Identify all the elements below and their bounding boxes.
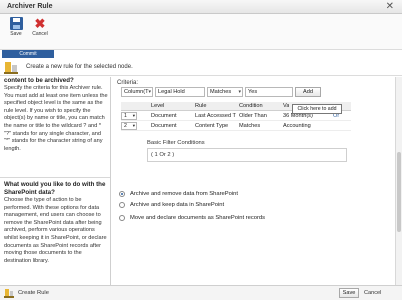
value-input-value: Yes: [248, 89, 258, 95]
radio-selected-icon[interactable]: [119, 191, 125, 197]
archiver-rule-icon: [4, 289, 14, 298]
column-select-value: Column(T: [124, 89, 149, 95]
row-level: Document: [151, 113, 177, 119]
radio-icon[interactable]: [119, 202, 125, 208]
action-option-label: Archive and remove data from SharePoint: [130, 191, 238, 197]
row-condition: Older Than: [239, 113, 267, 119]
window-title: Archiver Rule: [7, 3, 53, 10]
condition-select[interactable]: Matches ▾: [207, 87, 243, 97]
basic-filter-expression[interactable]: ( 1 Or 2 ): [147, 148, 347, 162]
floppy-disk-icon: [9, 17, 23, 30]
row-order-value: 1: [124, 113, 127, 119]
row-order-select[interactable]: 2 ▾: [121, 122, 137, 130]
footer-cancel-link[interactable]: Cancel: [364, 290, 381, 296]
action-help-heading: What would you like to do with the Share…: [4, 181, 106, 196]
footer-save-button[interactable]: Save: [339, 288, 359, 298]
rule-editor-pane: Criteria: Column(T ▾ Legal Hold Matches …: [112, 77, 402, 285]
cancel-x-icon: ✖: [34, 16, 46, 31]
chevron-down-icon: ▾: [132, 123, 135, 128]
row-rule: Content Type: [195, 123, 229, 129]
condition-select-value: Matches: [210, 89, 232, 95]
action-option-label: Archive and keep data in SharePoint: [130, 202, 225, 208]
chevron-down-icon: ▾: [132, 113, 135, 118]
close-icon[interactable]: ✕: [386, 1, 394, 13]
footer-bar: Create Rule Save Cancel: [0, 285, 402, 300]
scrollbar-thumb[interactable]: [397, 152, 401, 232]
criteria-help-body: Specify the criteria for this Archiver r…: [4, 85, 108, 152]
row-value: Accounting: [283, 123, 311, 129]
field-name-input[interactable]: Legal Hold: [155, 87, 205, 97]
col-header-level: Level: [151, 103, 165, 109]
window-titlebar: Archiver Rule ✕: [0, 0, 402, 14]
field-name-value: Legal Hold: [158, 89, 185, 95]
ribbon-save-label: Save: [10, 31, 22, 37]
action-option-label: Move and declare documents as SharePoint…: [130, 215, 266, 221]
row-order-select[interactable]: 1 ▾: [121, 112, 137, 120]
col-header-condition: Condition: [239, 103, 263, 109]
rule-notice-bar: Create a new rule for the selected node.: [0, 60, 402, 76]
vertical-scrollbar[interactable]: [395, 77, 402, 285]
chevron-down-icon: ▾: [238, 89, 241, 95]
basic-filter-title: Basic Filter Conditions: [147, 140, 205, 146]
action-help-section: What would you like to do with the Share…: [4, 181, 108, 265]
archiver-rule-icon: [4, 62, 18, 74]
row-order-value: 2: [124, 123, 127, 129]
chevron-down-icon: ▾: [148, 89, 151, 95]
ribbon-group-label: Commit: [2, 50, 54, 58]
value-input[interactable]: Yes: [245, 87, 293, 97]
row-rule: Last Accessed T: [195, 113, 236, 119]
criteria-help-section: content to be archived? Specify the crit…: [4, 77, 108, 153]
column-select[interactable]: Column(T ▾: [121, 87, 153, 97]
col-header-rule: Rule: [195, 103, 207, 109]
table-row[interactable]: 2 ▾ Document Content Type Matches Accoun…: [121, 122, 351, 131]
row-level: Document: [151, 123, 177, 129]
ribbon-cancel-button[interactable]: ✖ Cancel: [29, 17, 51, 45]
add-criteria-button[interactable]: Add: [295, 87, 321, 97]
criteria-help-heading: content to be archived?: [4, 77, 74, 84]
notice-text: Create a new rule for the selected node.: [26, 64, 133, 70]
help-pane: content to be archived? Specify the crit…: [0, 77, 111, 285]
help-divider: [0, 177, 110, 178]
ribbon-toolbar: Save ✖ Cancel Commit: [0, 14, 402, 58]
add-tooltip: Click here to add: [292, 104, 342, 114]
criteria-label: Criteria:: [117, 80, 139, 86]
ribbon-cancel-label: Cancel: [32, 31, 48, 37]
footer-create-rule-label: Create Rule: [18, 290, 49, 296]
radio-icon[interactable]: [119, 215, 125, 221]
row-condition: Matches: [239, 123, 261, 129]
col-header-value: Va: [283, 103, 290, 109]
action-help-body: Choose the type of action to be performe…: [4, 197, 107, 264]
ribbon-save-button[interactable]: Save: [5, 17, 27, 45]
